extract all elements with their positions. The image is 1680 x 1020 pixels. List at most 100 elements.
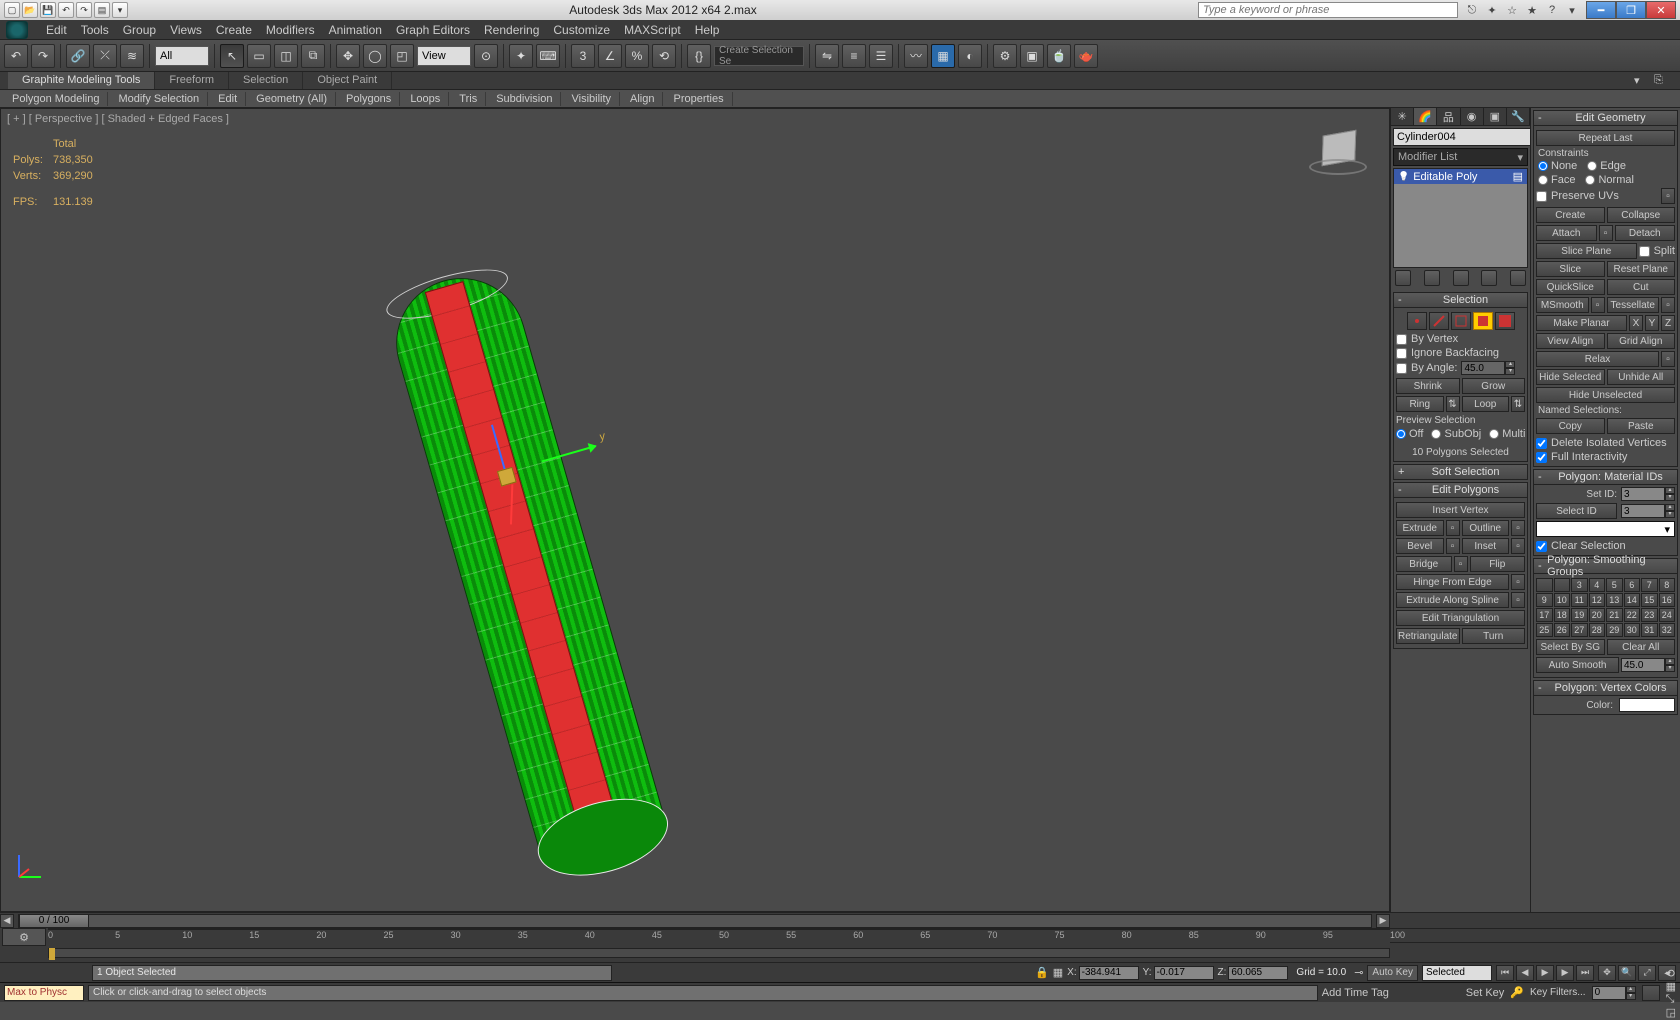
help-search-input[interactable] (1198, 2, 1458, 18)
sg-button-12[interactable]: 12 (1589, 593, 1606, 607)
rotate-icon[interactable]: ◯ (363, 44, 387, 68)
mirror-icon[interactable]: ⇋ (815, 44, 839, 68)
tab-utilities-icon[interactable]: 🔧 (1507, 108, 1530, 125)
tab-motion-icon[interactable]: ◉ (1461, 108, 1484, 125)
menu-grapheditors[interactable]: Graph Editors (396, 23, 470, 37)
rp-visibility[interactable]: Visibility (563, 92, 620, 106)
by-vertex-check[interactable] (1396, 334, 1407, 345)
schematic-view-icon[interactable]: ▦ (931, 44, 955, 68)
sg-button-13[interactable]: 13 (1606, 593, 1623, 607)
sg-button-1[interactable] (1536, 578, 1553, 592)
abs-rel-icon[interactable]: ▦ (1053, 966, 1063, 979)
extrude-settings-icon[interactable]: ▫ (1446, 520, 1460, 536)
attach-button[interactable]: Attach (1536, 225, 1597, 241)
sg-button-8[interactable]: 8 (1659, 578, 1676, 592)
constraint-edge-radio[interactable] (1587, 161, 1597, 171)
menu-views[interactable]: Views (170, 23, 202, 37)
rp-subdivision[interactable]: Subdivision (488, 92, 561, 106)
preserve-uvs-check[interactable] (1536, 191, 1547, 202)
rollout-editpoly-head[interactable]: Edit Polygons (1393, 482, 1528, 498)
curve-editor-icon[interactable]: 〰 (904, 44, 928, 68)
pin-stack-icon[interactable] (1395, 270, 1411, 286)
preview-off-radio[interactable] (1396, 429, 1406, 439)
remove-mod-icon[interactable] (1481, 270, 1497, 286)
pivot-icon[interactable]: ⊙ (474, 44, 498, 68)
refcoord-dropdown[interactable]: View (417, 46, 471, 66)
unlink-icon[interactable]: ⤫ (93, 44, 117, 68)
viewcube[interactable] (1309, 129, 1369, 179)
rp-properties[interactable]: Properties (665, 92, 732, 106)
repeat-last-button[interactable]: Repeat Last (1536, 130, 1675, 146)
sg-button-25[interactable]: 25 (1536, 623, 1553, 637)
trackbar-config-icon[interactable]: ⚙ (2, 928, 46, 946)
ribbon-collapse-icon[interactable]: ▾ (1634, 74, 1652, 88)
paste-sel-button[interactable]: Paste (1607, 418, 1676, 434)
grow-button[interactable]: Grow (1462, 378, 1526, 394)
qa-open-icon[interactable]: 📂 (22, 2, 38, 18)
sg-button-19[interactable]: 19 (1571, 608, 1588, 622)
render-frame-icon[interactable]: ▣ (1020, 44, 1044, 68)
hinge-button[interactable]: Hinge From Edge (1396, 574, 1509, 590)
autokey-button[interactable]: Auto Key (1367, 965, 1418, 981)
matid-name-dropdown[interactable] (1536, 521, 1675, 537)
sg-button-7[interactable]: 7 (1641, 578, 1658, 592)
vertex-color-swatch[interactable] (1619, 698, 1675, 712)
tessellate-settings-icon[interactable]: ▫ (1661, 297, 1675, 313)
create-button[interactable]: Create (1536, 207, 1605, 223)
communicate-icon[interactable]: ☆ (1504, 2, 1520, 18)
full-interactivity-check[interactable] (1536, 452, 1547, 463)
menu-group[interactable]: Group (123, 23, 156, 37)
sg-button-6[interactable]: 6 (1624, 578, 1641, 592)
rollout-selection-head[interactable]: Selection (1393, 292, 1528, 308)
loop-button[interactable]: Loop (1462, 396, 1510, 412)
coord-x-input[interactable] (1079, 966, 1139, 980)
menu-help[interactable]: Help (695, 23, 720, 37)
snap-toggle-icon[interactable]: 3 (571, 44, 595, 68)
coord-y-input[interactable] (1154, 966, 1214, 980)
qa-redo-icon[interactable]: ↷ (76, 2, 92, 18)
select-id-button[interactable]: Select ID (1536, 503, 1617, 519)
tab-selection[interactable]: Selection (229, 72, 303, 89)
so-element-icon[interactable] (1495, 312, 1515, 330)
angle-snap-icon[interactable]: ∠ (598, 44, 622, 68)
coord-z-input[interactable] (1228, 966, 1288, 980)
preview-multi-radio[interactable] (1489, 429, 1499, 439)
object-name-input[interactable] (1393, 128, 1543, 146)
inset-settings-icon[interactable]: ▫ (1511, 538, 1525, 554)
preview-subobj-radio[interactable] (1431, 429, 1441, 439)
gridalign-button[interactable]: Grid Align (1607, 333, 1676, 349)
detach-button[interactable]: Detach (1615, 225, 1676, 241)
sg-button-10[interactable]: 10 (1554, 593, 1571, 607)
time-config-icon[interactable] (1642, 985, 1660, 1001)
planar-y-button[interactable]: Y (1645, 315, 1659, 331)
outline-settings-icon[interactable]: ▫ (1511, 520, 1525, 536)
menu-animation[interactable]: Animation (329, 23, 382, 37)
named-set-edit-icon[interactable]: {} (687, 44, 711, 68)
stack-item-editablepoly[interactable]: Editable Poly▤ (1394, 169, 1527, 184)
time-thumb[interactable]: 0 / 100 (19, 914, 89, 928)
qa-undo-icon[interactable]: ↶ (58, 2, 74, 18)
loop-spinner[interactable]: ⇅ (1511, 396, 1525, 412)
qa-save-icon[interactable]: 💾 (40, 2, 56, 18)
extrude-spline-settings-icon[interactable]: ▫ (1511, 592, 1525, 608)
rp-modifyselection[interactable]: Modify Selection (110, 92, 208, 106)
bridge-button[interactable]: Bridge (1396, 556, 1452, 572)
attach-list-icon[interactable]: ▫ (1599, 225, 1613, 241)
shrink-button[interactable]: Shrink (1396, 378, 1460, 394)
rollout-matid-head[interactable]: Polygon: Material IDs (1533, 469, 1678, 485)
preserve-uvs-settings-icon[interactable]: ▫ (1661, 188, 1675, 204)
render-setup-icon[interactable]: ⚙ (993, 44, 1017, 68)
planar-x-button[interactable]: X (1629, 315, 1643, 331)
time-next-icon[interactable]: ▶ (1376, 914, 1390, 928)
constraint-none-radio[interactable] (1538, 161, 1548, 171)
retriangulate-button[interactable]: Retriangulate (1396, 628, 1460, 644)
sg-button-24[interactable]: 24 (1659, 608, 1676, 622)
tab-display-icon[interactable]: ▣ (1484, 108, 1507, 125)
render-icon[interactable]: 🍵 (1047, 44, 1071, 68)
selection-filter-dropdown[interactable]: All (155, 46, 209, 66)
help-icon[interactable]: ? (1544, 2, 1560, 18)
add-time-tag[interactable]: Add Time Tag (1322, 987, 1462, 999)
ribbon-pin-icon[interactable]: ⎘ (1654, 74, 1672, 88)
auto-smooth-spinner[interactable] (1621, 658, 1665, 672)
menu-maxscript[interactable]: MAXScript (624, 23, 681, 37)
